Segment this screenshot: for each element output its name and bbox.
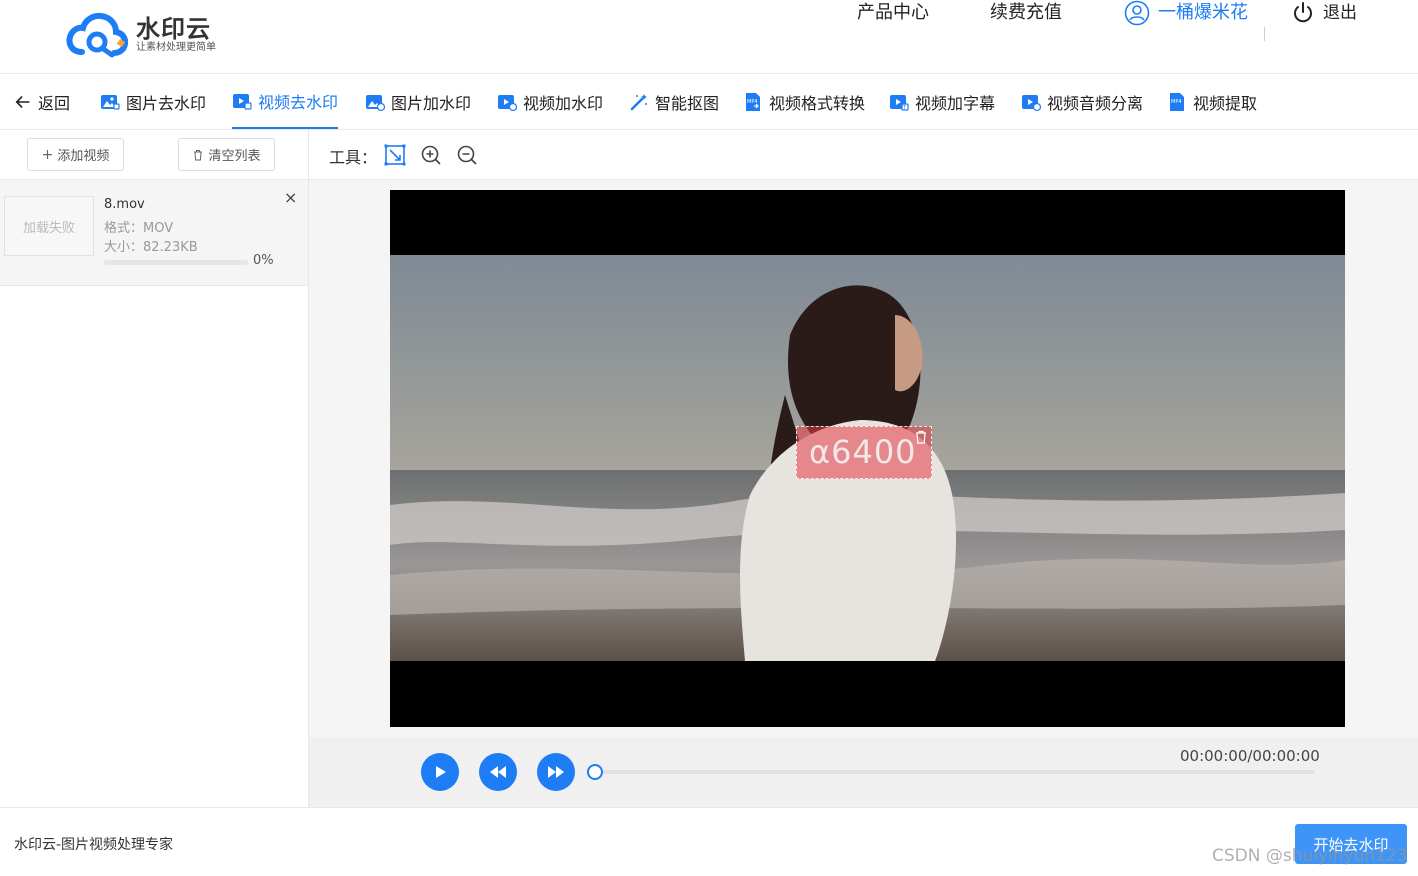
tab-label: 视频音频分离 [1047, 93, 1144, 113]
select-area-icon[interactable] [384, 144, 406, 166]
tab-video-add-watermark[interactable]: 视频加水印 [497, 74, 603, 129]
video-thumbnail: 加载失败 [4, 196, 94, 256]
username: 一桶爆米花 [1158, 2, 1248, 23]
brand-tagline: 让素材处理更简单 [136, 42, 216, 53]
progress-bar [104, 260, 248, 265]
tab-video-extract[interactable]: MP4 视频提取 [1167, 74, 1257, 129]
image-icon [101, 94, 120, 110]
tool-bar: 工具： [309, 130, 1418, 180]
svg-text:MP4: MP4 [1171, 99, 1182, 105]
nav-divider [1264, 27, 1265, 41]
user-icon [1124, 0, 1150, 26]
user-menu[interactable]: 一桶爆米花 [1124, 0, 1248, 26]
zoom-in-icon[interactable] [420, 144, 442, 166]
timeline-track[interactable] [595, 770, 1315, 774]
tab-smart-cutout[interactable]: 智能抠图 [629, 74, 719, 129]
image-add-icon [366, 94, 385, 111]
tab-back[interactable]: 返回 [14, 74, 70, 129]
power-icon [1294, 2, 1312, 23]
clear-list-label: 清空列表 [208, 149, 261, 164]
tab-label: 图片加水印 [391, 93, 472, 113]
tab-label: 视频加字幕 [915, 93, 996, 113]
video-frame[interactable]: α6400 [390, 190, 1345, 727]
zoom-out-icon[interactable] [456, 144, 478, 166]
video-add-icon [498, 94, 517, 111]
tab-label: 图片去水印 [126, 93, 207, 113]
tab-video-remove-watermark[interactable]: 视频去水印 [232, 74, 339, 129]
nav-recharge[interactable]: 续费充值 [990, 0, 1062, 26]
top-bar: 水印云 让素材处理更简单 产品中心 续费充值 一桶爆米花 退出 [0, 0, 1418, 74]
tab-label: 视频加水印 [523, 93, 604, 113]
tab-label: 视频提取 [1193, 93, 1258, 113]
clear-list-button[interactable]: 清空列表 [178, 138, 275, 171]
mp4-file-icon: MP4 [746, 92, 760, 111]
tab-label: 返回 [38, 93, 71, 113]
brand-name: 水印云 [136, 15, 211, 43]
progress-percent: 0% [253, 253, 274, 268]
rewind-button[interactable] [479, 753, 517, 791]
audio-split-icon [1022, 94, 1041, 111]
rewind-icon [490, 766, 506, 778]
add-video-label: 添加视频 [57, 149, 110, 164]
tab-image-remove-watermark[interactable]: 图片去水印 [100, 74, 206, 129]
watermark-selection-box[interactable]: α6400 [796, 426, 932, 479]
fast-forward-button[interactable] [537, 753, 575, 791]
footer-slogan: 水印云-图片视频处理专家 [14, 837, 174, 853]
video-icon [233, 93, 252, 110]
subtitle-icon: T [890, 94, 909, 111]
add-video-button[interactable]: + 添加视频 [27, 138, 124, 171]
mp4-extract-icon: MP4 [1170, 92, 1184, 111]
timeline-scrubber[interactable] [587, 764, 603, 780]
footer: 水印云-图片视频处理专家 开始去水印 CSDN @shuiyinyun123 [0, 807, 1418, 876]
plus-icon: + [41, 146, 54, 163]
fast-forward-icon [548, 766, 564, 778]
remove-file-button[interactable]: × [284, 188, 297, 207]
file-size: 大小：82.23KB [104, 240, 198, 255]
play-button[interactable] [421, 753, 459, 791]
file-name: 8.mov [104, 197, 145, 212]
logo[interactable]: 水印云 让素材处理更简单 [66, 12, 216, 58]
tab-label: 智能抠图 [655, 93, 720, 113]
thumbnail-error-text: 加载失败 [22, 220, 75, 236]
video-file-item[interactable]: 加载失败 8.mov 格式：MOV 大小：82.23KB 0% × [0, 180, 308, 286]
video-preview-area: α6400 [309, 180, 1418, 737]
tab-image-add-watermark[interactable]: 图片加水印 [365, 74, 471, 129]
logout-label: 退出 [1323, 3, 1357, 23]
magic-wand-icon [630, 93, 647, 110]
cloud-logo-icon [66, 12, 128, 58]
file-format: 格式：MOV [104, 221, 174, 236]
csdn-watermark: CSDN @shuiyinyun123 [1212, 846, 1408, 866]
tab-label: 视频去水印 [258, 92, 339, 112]
detected-watermark-text: α6400 [809, 433, 917, 471]
video-list-panel: + 添加视频 清空列表 加载失败 8.mov 格式：MOV 大小：82.23KB… [0, 130, 309, 807]
nav-products[interactable]: 产品中心 [857, 0, 929, 26]
tools-label: 工具： [329, 148, 378, 167]
arrow-left-icon [15, 95, 30, 108]
timecode: 00:00:00/00:00:00 [1180, 747, 1320, 765]
tab-label: 视频格式转换 [769, 93, 866, 113]
delete-selection-icon[interactable] [913, 429, 929, 445]
play-icon [436, 766, 446, 778]
feature-tabs: 返回 图片去水印 视频去水印 图片加水印 视频加水印 智能抠图 MP4 视频格式… [0, 74, 1418, 130]
tab-audio-separation[interactable]: 视频音频分离 [1021, 74, 1143, 129]
logout-button[interactable]: 退出 [1291, 0, 1357, 26]
trash-icon [194, 149, 203, 160]
tab-add-subtitle[interactable]: T 视频加字幕 [889, 74, 995, 129]
player-controls: 00:00:00/00:00:00 [309, 737, 1418, 807]
tab-format-convert[interactable]: MP4 视频格式转换 [743, 74, 865, 129]
